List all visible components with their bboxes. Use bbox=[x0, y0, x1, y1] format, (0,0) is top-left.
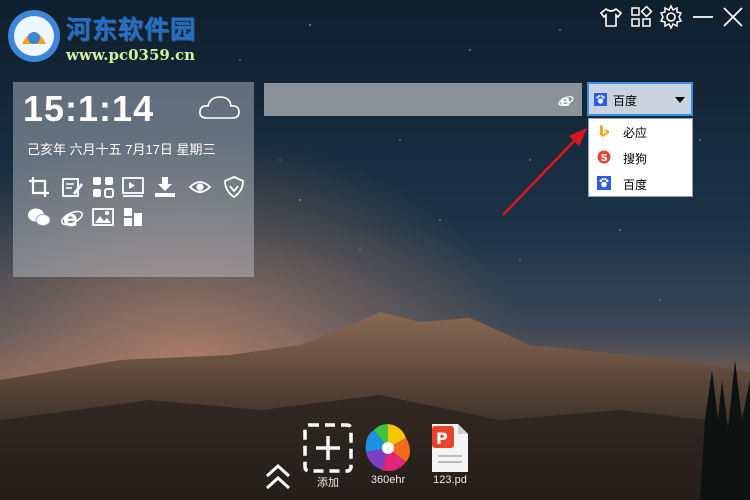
close-icon[interactable] bbox=[720, 4, 746, 30]
chevron-down-icon bbox=[675, 97, 685, 103]
add-icon[interactable] bbox=[302, 422, 354, 474]
svg-text:e: e bbox=[63, 207, 78, 229]
gear-icon[interactable] bbox=[658, 4, 684, 30]
engine-option-bing[interactable]: 必应 bbox=[589, 119, 692, 144]
minimize-icon[interactable] bbox=[690, 4, 716, 30]
pinwheel-icon[interactable] bbox=[362, 422, 414, 474]
eye-icon[interactable] bbox=[188, 175, 212, 199]
annotation-arrow bbox=[502, 128, 587, 216]
cloud-icon[interactable] bbox=[197, 92, 241, 122]
lunar-date: 己亥年 六月十五 7月17日 星期三 bbox=[27, 142, 216, 157]
grid-icon[interactable] bbox=[628, 4, 654, 30]
qr-code-icon[interactable] bbox=[91, 175, 115, 199]
image-icon[interactable] bbox=[91, 205, 115, 229]
search-engine-select[interactable]: 百度 bbox=[587, 82, 693, 116]
double-chevron-up-icon[interactable] bbox=[262, 462, 294, 492]
presentation-icon[interactable] bbox=[121, 175, 145, 199]
download-icon[interactable] bbox=[153, 175, 177, 199]
clock-time: 15:1:14 bbox=[23, 88, 155, 129]
pdf-file-icon[interactable]: P bbox=[424, 422, 476, 474]
clock-widget: 15:1:14 己亥年 六月十五 7月17日 星期三 e bbox=[13, 82, 254, 277]
engine-option-baidu[interactable]: 百度 bbox=[589, 171, 692, 196]
selected-engine-label: 百度 bbox=[613, 94, 638, 108]
dock-label-360ehr: 360ehr bbox=[370, 474, 406, 486]
dock-label-pdf: 123.pd bbox=[433, 474, 467, 486]
cube-icon[interactable] bbox=[121, 205, 145, 229]
shirt-icon[interactable] bbox=[598, 4, 624, 30]
shield-icon[interactable] bbox=[222, 175, 246, 199]
bing-icon bbox=[600, 125, 609, 137]
watermark-site-name: 河东软件园 bbox=[66, 15, 197, 44]
engine-option-sogou[interactable]: S 搜狗 bbox=[589, 145, 692, 170]
wechat-icon[interactable] bbox=[27, 205, 51, 229]
search-engine-dropdown: 必应 S 搜狗 百度 bbox=[588, 118, 693, 197]
svg-text:P: P bbox=[436, 429, 448, 448]
edit-note-icon[interactable] bbox=[60, 175, 84, 199]
ie-browser-icon[interactable]: e bbox=[558, 92, 574, 108]
svg-text:S: S bbox=[601, 153, 608, 164]
watermark-site-url: www.pc0359.cn bbox=[66, 46, 196, 64]
sogou-icon: S bbox=[597, 150, 611, 164]
baidu-icon bbox=[594, 93, 607, 106]
site-logo bbox=[8, 10, 60, 62]
crop-icon[interactable] bbox=[27, 175, 51, 199]
baidu-icon bbox=[597, 176, 611, 190]
ie-browser-icon[interactable]: e bbox=[60, 205, 84, 229]
search-input[interactable]: e bbox=[264, 83, 582, 116]
